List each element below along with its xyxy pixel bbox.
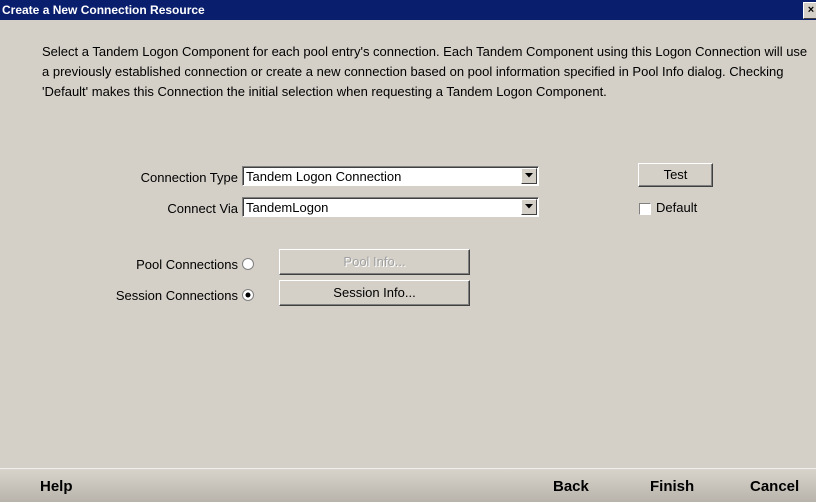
connection-type-value: Tandem Logon Connection <box>246 169 402 184</box>
connection-type-label: Connection Type <box>140 170 238 185</box>
session-connections-label: Session Connections <box>115 288 238 303</box>
wizard-footer: Help Back Finish Cancel <box>0 468 816 502</box>
cancel-button[interactable]: Cancel <box>750 478 799 495</box>
connect-via-dropdown[interactable]: TandemLogon <box>242 197 539 217</box>
description-text: Select a Tandem Logon Component for each… <box>42 44 808 99</box>
connect-via-label: Connect Via <box>167 201 238 216</box>
connect-via-value: TandemLogon <box>246 200 329 215</box>
default-checkbox[interactable] <box>639 203 651 215</box>
finish-button[interactable]: Finish <box>650 478 694 495</box>
title-bar: Create a New Connection Resource × <box>0 0 816 20</box>
back-button[interactable]: Back <box>553 478 589 495</box>
chevron-down-icon[interactable] <box>521 168 537 184</box>
test-button[interactable]: Test <box>638 163 713 187</box>
pool-info-button[interactable]: Pool Info... <box>279 249 470 275</box>
default-label: Default <box>656 200 698 215</box>
close-icon[interactable]: × <box>803 2 816 19</box>
pool-connections-radio[interactable] <box>242 258 254 270</box>
session-info-button[interactable]: Session Info... <box>279 280 470 306</box>
dialog-body: Select a Tandem Logon Component for each… <box>0 20 816 468</box>
help-button[interactable]: Help <box>40 478 73 495</box>
connection-type-dropdown[interactable]: Tandem Logon Connection <box>242 166 539 186</box>
chevron-down-icon[interactable] <box>521 199 537 215</box>
window-title: Create a New Connection Resource <box>2 3 205 17</box>
pool-connections-label: Pool Connections <box>136 257 238 272</box>
session-connections-radio[interactable] <box>242 289 254 301</box>
